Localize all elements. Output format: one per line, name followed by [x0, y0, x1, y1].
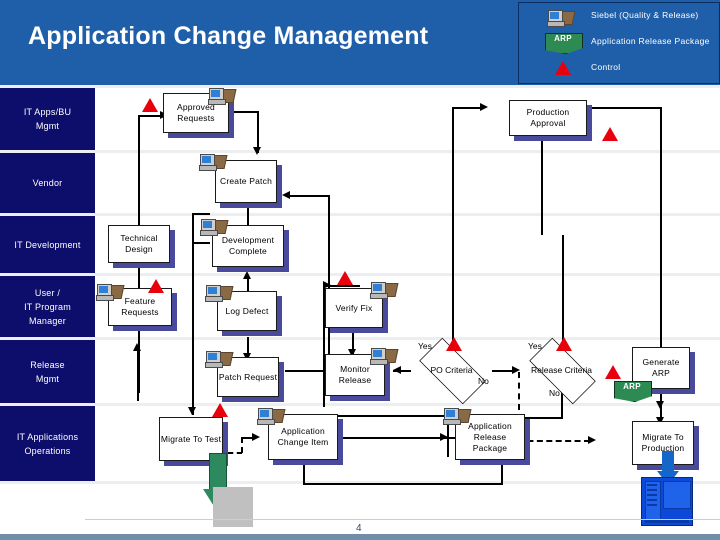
arrow-head	[252, 433, 260, 441]
computer-icon	[208, 87, 237, 105]
lane-divider	[0, 213, 720, 216]
computer-icon	[370, 281, 399, 299]
lane-label-line2: IT Program	[24, 301, 71, 312]
arp-badge-text: ARP	[554, 34, 572, 43]
lane-label-line2: Mgmt	[35, 373, 60, 384]
lane-divider	[0, 273, 720, 276]
sidebar-item-vendor[interactable]: Vendor	[0, 153, 95, 213]
node-label: Production Approval	[509, 100, 587, 136]
node-production-approval[interactable]: Production Approval	[509, 100, 592, 141]
edge-label-po-yes: Yes	[418, 341, 432, 351]
edge-label-release-no: No	[549, 388, 560, 398]
node-technical-design[interactable]: Technical Design	[108, 225, 175, 268]
legend-label-control: Control	[591, 62, 621, 72]
connector	[192, 242, 210, 244]
computer-icon	[200, 218, 229, 236]
legend-item-arp: ARP Application Release Package	[519, 33, 719, 59]
control-triangle-icon	[446, 337, 462, 351]
connector	[138, 115, 162, 117]
computer-icon	[443, 407, 472, 425]
control-triangle-icon	[556, 337, 572, 351]
sidebar-item-it-development[interactable]: IT Development	[0, 216, 95, 273]
lane-divider	[0, 85, 720, 88]
page-title: Application Change Management	[28, 22, 429, 50]
arp-flag-icon: ARP	[614, 381, 652, 402]
node-label: Technical Design	[108, 225, 170, 263]
slide: Application Change Management Siebel (Qu…	[0, 0, 720, 540]
edge-label-po-no: No	[478, 376, 489, 386]
swimlane-diagram: IT Apps/BU Mgmt Vendor IT Development Us…	[0, 85, 720, 527]
lane-label-line1: Vendor	[32, 178, 63, 188]
connector	[541, 140, 543, 235]
connector	[303, 483, 503, 485]
connector	[452, 107, 454, 237]
lane-label-line1: IT Apps/BU	[23, 107, 72, 117]
arrow-head	[282, 191, 290, 199]
lane-label-line1: IT Applications	[16, 431, 79, 442]
footer-divider	[85, 519, 720, 520]
control-triangle-icon	[148, 279, 164, 293]
connector	[192, 401, 194, 415]
control-triangle-icon	[337, 271, 353, 285]
arrow-head	[480, 103, 488, 111]
connector	[492, 370, 514, 372]
lane-label-line1: IT Development	[14, 239, 81, 250]
sidebar-item-user-it-program-manager[interactable]: User / IT Program Manager	[0, 276, 95, 337]
control-triangle-icon	[142, 98, 158, 112]
lane-label-line2: Mgmt	[35, 121, 60, 131]
computer-icon	[96, 283, 125, 301]
sidebar-item-it-applications-operations[interactable]: IT Applications Operations	[0, 406, 95, 481]
computer-icon	[257, 407, 286, 425]
computer-icon	[199, 153, 228, 171]
computer-icon	[205, 284, 234, 302]
decision-label: Release Criteria	[531, 364, 592, 375]
control-triangle-icon	[605, 365, 621, 379]
legend-label-siebel: Siebel (Quality & Release)	[591, 10, 699, 20]
control-triangle-icon	[541, 59, 585, 81]
lane-label-line3: Manager	[29, 315, 66, 326]
arrow-head	[588, 436, 596, 444]
gray-placeholder-box	[213, 487, 253, 527]
control-triangle-icon	[602, 127, 618, 141]
connector	[452, 107, 482, 109]
control-triangle-icon	[212, 403, 228, 417]
connector	[592, 107, 662, 109]
computer-icon	[370, 347, 399, 365]
page-number: 4	[356, 523, 362, 534]
footer-band	[0, 534, 720, 540]
lane-divider	[0, 150, 720, 153]
arrow-head	[393, 366, 401, 374]
lane-label-line1: Release	[30, 359, 65, 370]
arrow-head	[243, 271, 251, 279]
edge-label-release-yes: Yes	[528, 341, 542, 351]
legend-box: Siebel (Quality & Release) ARP Applicati…	[518, 2, 720, 84]
lane-label-line2: Operations	[24, 445, 71, 456]
lane-label-line1: User /	[34, 287, 61, 298]
connector	[288, 195, 330, 197]
sidebar-item-release-mgmt[interactable]: Release Mgmt	[0, 340, 95, 403]
computer-icon	[541, 7, 585, 29]
sidebar-item-it-apps-bu-mgmt[interactable]: IT Apps/BU Mgmt	[0, 88, 95, 150]
arp-artifact-label: ARP	[623, 382, 641, 391]
connector	[192, 213, 210, 215]
lane-divider	[0, 403, 720, 406]
legend-item-siebel: Siebel (Quality & Release)	[519, 7, 719, 33]
lane-divider	[0, 337, 720, 340]
arp-flag-icon: ARP	[541, 33, 585, 55]
decision-release-criteria[interactable]: Release Criteria	[519, 337, 604, 405]
arrow-head	[253, 147, 261, 155]
legend-label-arp: Application Release Package	[591, 36, 710, 46]
computer-icon	[205, 350, 234, 368]
connector-dashed	[241, 437, 243, 453]
legend-item-control: Control	[519, 59, 719, 85]
